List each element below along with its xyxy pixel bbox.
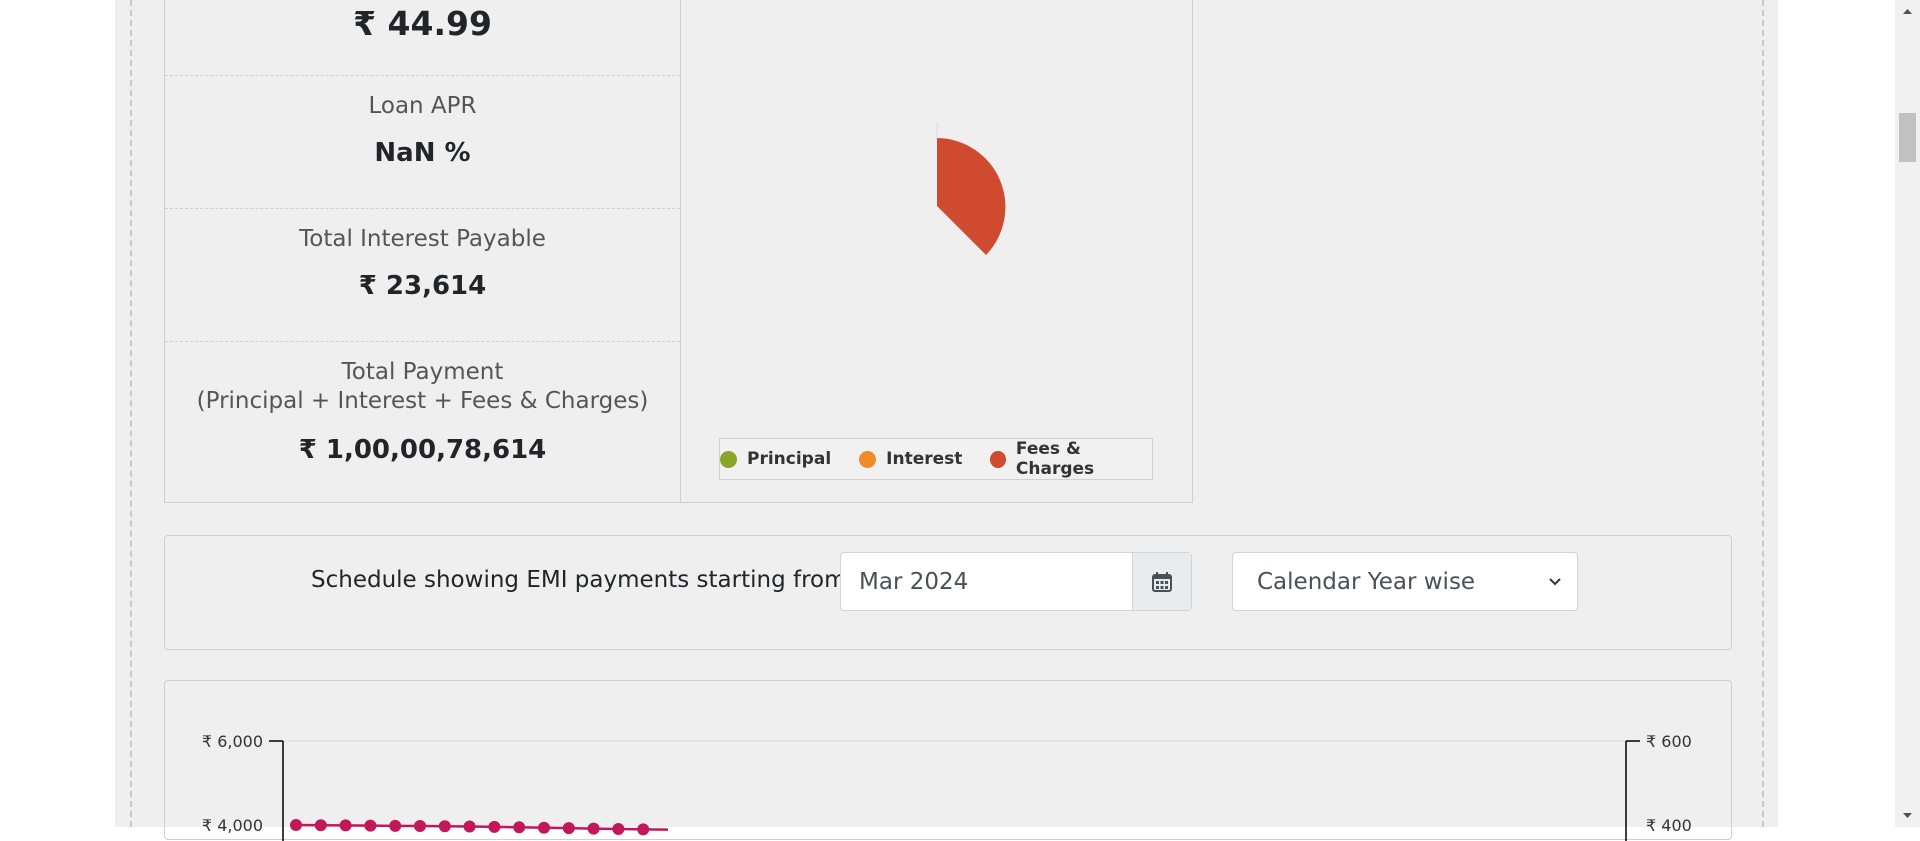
legend-item-principal[interactable]: Principal xyxy=(720,449,831,469)
scroll-down-icon[interactable] xyxy=(1895,805,1920,825)
apr-value: NaN % xyxy=(374,138,471,168)
apr-label: Loan APR xyxy=(368,93,477,119)
data-point[interactable] xyxy=(538,821,550,834)
scroll-up-icon[interactable] xyxy=(1895,2,1920,22)
schedule-label: Schedule showing EMI payments starting f… xyxy=(311,567,847,593)
legend-item-interest[interactable]: Interest xyxy=(859,449,962,469)
loan-summary: ₹ 44.99 Loan APR NaN % Total Interest Pa… xyxy=(164,0,1193,503)
pie-chart xyxy=(936,122,1006,255)
y-left-tick-label: ₹ 6,000 xyxy=(202,732,263,751)
emi-series xyxy=(290,819,669,836)
top-value: ₹ 44.99 xyxy=(353,4,492,43)
legend-label-interest: Interest xyxy=(886,449,963,469)
chevron-down-icon xyxy=(1549,578,1561,586)
pie-slice-fees[interactable] xyxy=(937,138,1006,255)
y-right-tick-label: ₹ 600 xyxy=(1646,732,1692,751)
principal-dot-icon xyxy=(720,450,737,468)
data-point[interactable] xyxy=(438,820,451,833)
data-point[interactable] xyxy=(339,819,352,832)
calendar-icon xyxy=(1152,571,1172,592)
data-point[interactable] xyxy=(612,822,625,835)
pie-chart-area: Principal Interest Fees & Charges xyxy=(681,0,1193,502)
data-point[interactable] xyxy=(314,819,327,832)
total-sublabel: (Principal + Interest + Fees & Charges) xyxy=(196,388,649,414)
data-point[interactable] xyxy=(562,822,575,835)
data-point[interactable] xyxy=(364,819,377,832)
data-point[interactable] xyxy=(463,820,476,833)
data-point[interactable] xyxy=(414,820,426,833)
legend-item-fees[interactable]: Fees & Charges xyxy=(990,439,1152,479)
total-value: ₹ 1,00,00,78,614 xyxy=(298,435,547,465)
emi-line-chart: ₹ 6,000 ₹ 4,000 ₹ 600 ₹ 400 xyxy=(202,732,1692,841)
interest-label: Total Interest Payable xyxy=(299,226,546,252)
emi-chart-panel: ₹ 6,000 ₹ 4,000 ₹ 600 ₹ 400 xyxy=(164,680,1732,841)
legend-label-fees: Fees & Charges xyxy=(1015,439,1095,479)
total-label: Total Payment xyxy=(341,359,504,385)
calendar-button[interactable] xyxy=(1132,553,1191,610)
data-point[interactable] xyxy=(389,819,402,832)
schedule-view-select[interactable]: Calendar Year wise xyxy=(1232,552,1578,611)
y-right-tick-label: ₹ 400 xyxy=(1646,816,1692,835)
summary-row-top: ₹ 44.99 xyxy=(165,0,680,76)
summary-row-total: Total Payment (Principal + Interest + Fe… xyxy=(165,342,680,503)
pie-legend: Principal Interest Fees & Charges xyxy=(719,438,1153,480)
scrollbar[interactable] xyxy=(1895,0,1920,827)
series-line xyxy=(295,823,669,831)
schedule-panel: Schedule showing EMI payments starting f… xyxy=(164,535,1732,650)
legend-label-principal: Principal xyxy=(747,449,832,469)
data-point[interactable] xyxy=(637,823,650,836)
summary-row-apr: Loan APR NaN % xyxy=(165,76,680,209)
summary-column: ₹ 44.99 Loan APR NaN % Total Interest Pa… xyxy=(165,0,681,502)
start-date-input[interactable]: Mar 2024 xyxy=(840,552,1192,611)
data-point[interactable] xyxy=(290,819,302,831)
scrollbar-thumb[interactable] xyxy=(1899,113,1916,162)
summary-row-interest: Total Interest Payable ₹ 23,614 xyxy=(165,209,680,342)
schedule-view-value: Calendar Year wise xyxy=(1257,569,1476,595)
interest-dot-icon xyxy=(859,450,877,468)
y-left-tick-label: ₹ 4,000 xyxy=(202,816,263,835)
fees-dot-icon xyxy=(990,450,1006,468)
data-point[interactable] xyxy=(587,822,600,835)
start-date-value: Mar 2024 xyxy=(859,569,969,595)
dashed-border-right xyxy=(1762,0,1764,827)
data-point[interactable] xyxy=(513,821,526,834)
dashed-border-left xyxy=(130,0,132,827)
interest-value: ₹ 23,614 xyxy=(358,271,487,301)
